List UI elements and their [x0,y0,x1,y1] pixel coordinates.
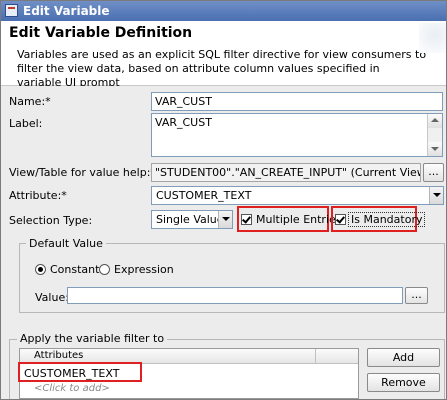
column-divider [315,349,316,363]
page-title: Edit Variable Definition [9,25,193,41]
edit-variable-dialog: Edit Variable Edit Variable Definition V… [0,0,447,400]
header-decoration [419,23,446,53]
selection-type-label: Selection Type: [9,214,93,227]
window-icon [5,4,18,17]
view-table-label: View/Table for value help:* [9,166,156,179]
chevron-down-icon[interactable] [429,187,443,204]
label-label: Label: [9,117,43,130]
label-field-scrollbar[interactable] [427,114,442,156]
chevron-down-icon[interactable] [218,211,232,228]
name-field[interactable]: VAR_CUST [151,92,443,111]
click-to-add-row[interactable]: <Click to add> [34,383,110,394]
form-body: Name:* VAR_CUST Label: VAR_CUST View/Tab… [1,86,446,399]
highlight-table-row [18,362,142,382]
title-bar: Edit Variable [1,1,446,21]
multiple-entries-checkbox[interactable] [241,214,252,225]
filter-group-title: Apply the variable filter to [17,332,168,345]
selection-type-value: Single Value [156,213,224,226]
constant-label[interactable]: Constant [50,263,99,276]
selection-type-select[interactable]: Single Value [151,210,233,229]
value-label: Value: [35,291,69,304]
attribute-select-value: CUSTOMER_TEXT [156,189,252,202]
multiple-entries-label[interactable]: Multiple Entries [256,213,342,226]
expression-radio[interactable] [99,264,110,275]
view-table-browse-button[interactable]: ... [423,163,444,182]
attributes-column-header[interactable]: Attributes [34,350,83,361]
constant-radio[interactable] [35,264,46,275]
is-mandatory-checkbox[interactable] [335,214,346,225]
label-field[interactable]: VAR_CUST [151,113,443,157]
page-description: Variables are used as an explicit SQL fi… [17,48,427,89]
label-field-text: VAR_CUST [155,116,212,129]
default-value-browse-button[interactable]: ... [405,287,428,304]
attribute-label: Attribute:* [9,189,67,202]
view-table-field[interactable]: "STUDENT00"."AN_CREATE_INPUT" (Current V… [151,163,421,182]
expression-label[interactable]: Expression [114,263,174,276]
add-button[interactable]: Add [367,348,440,367]
remove-button[interactable]: Remove [367,373,440,392]
default-value-field[interactable] [67,287,403,304]
default-value-group-title: Default Value [26,237,106,250]
scroll-down-icon[interactable] [428,142,442,156]
window-title: Edit Variable [23,4,110,18]
name-label: Name:* [9,95,51,108]
attribute-select[interactable]: CUSTOMER_TEXT [151,186,444,205]
dialog-header: Edit Variable Definition Variables are u… [1,21,446,89]
scroll-up-icon[interactable] [428,114,442,128]
is-mandatory-label[interactable]: Is Mandatory [348,212,426,227]
